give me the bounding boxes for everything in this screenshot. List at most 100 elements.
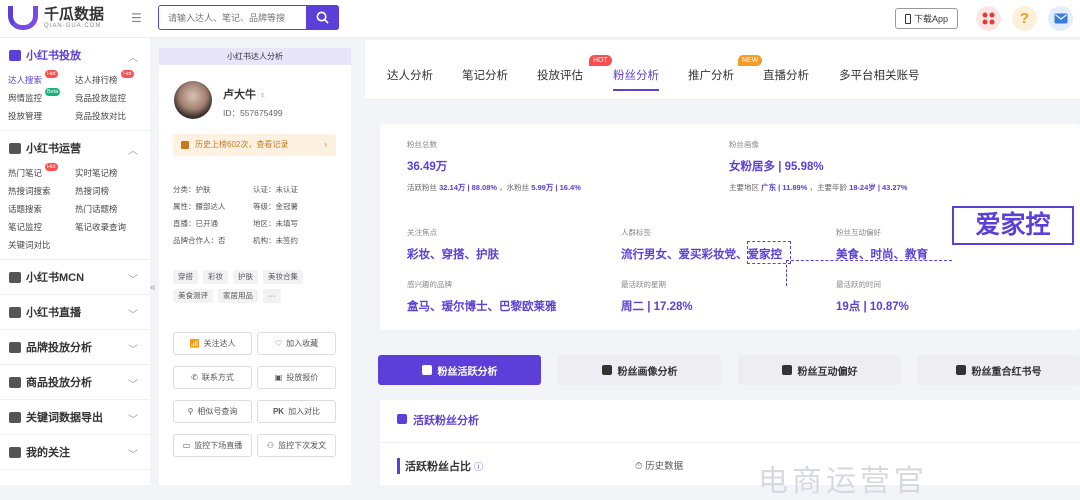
panel-title-text: 活跃粉丝分析 <box>413 415 479 427</box>
tab-label: 投放评估 <box>537 70 583 82</box>
brand-icon <box>9 341 21 353</box>
profile-card: 小红书达人分析 卢大牛 ♀ ID：557675499 历史上榜602次，查看记录… <box>159 48 351 485</box>
tag[interactable]: 家居用品 <box>218 289 258 303</box>
collapse-sidebar-icon[interactable]: « <box>150 282 156 293</box>
sidebar-item-label: 达人排行榜 <box>75 75 118 85</box>
more-tags[interactable]: ··· <box>263 289 281 303</box>
fans-portrait-label: 粉丝画像 <box>729 140 759 149</box>
sidebar-item-label: 笔记收录查询 <box>75 222 127 232</box>
section-title: 小红书MCN <box>26 272 85 284</box>
button-label: 相似号查询 <box>197 407 238 416</box>
sidebar-item[interactable]: 舆情监控 Beta <box>8 88 75 106</box>
help-icon[interactable]: ? <box>1012 6 1037 31</box>
beta-badge: Beta <box>45 88 61 96</box>
contact-button[interactable]: ✆ 联系方式 <box>173 366 252 389</box>
tab-fans-analysis[interactable]: 粉丝分析 <box>613 67 659 91</box>
tab-note-analysis[interactable]: 笔记分析 <box>462 67 508 83</box>
sidebar-section-header[interactable]: 品牌投放分析 ﹀ <box>0 330 150 364</box>
sidebar-item[interactable]: 话题搜索 <box>8 201 75 217</box>
monitor-post-button[interactable]: ⚇ 监控下次发文 <box>257 434 336 457</box>
quote-button[interactable]: ▣ 投放报价 <box>257 366 336 389</box>
main-content: 达人分析 笔记分析 投放评估 HOT 粉丝分析 推广分析 NEW 直播分析 多平台相… <box>365 40 1080 499</box>
apps-icon[interactable] <box>976 6 1001 31</box>
active-fans-label: 活跃粉丝 <box>407 183 440 192</box>
sidebar-item[interactable]: 实时笔记榜 <box>75 165 149 181</box>
subtab-active-fans[interactable]: 粉丝活跃分析 <box>378 355 541 385</box>
sidebar-item[interactable]: 笔记收录查询 <box>75 219 149 235</box>
sidebar-item[interactable]: 达人搜索 Hot <box>8 70 75 88</box>
tag[interactable]: 穿搭 <box>173 270 198 284</box>
tag[interactable]: 护肤 <box>233 270 258 284</box>
add-compare-button[interactable]: PK 加入对比 <box>257 400 336 423</box>
sidebar-item[interactable]: 投放管理 <box>8 108 75 124</box>
sidebar-item[interactable]: 热搜词搜索 <box>8 183 75 199</box>
profile-card-header: 小红书达人分析 <box>159 48 351 65</box>
sidebar-item[interactable]: 竞品投放对比 <box>75 108 149 124</box>
hot-badge: HOT <box>589 55 612 66</box>
section-title: 商品投放分析 <box>26 377 92 389</box>
chevron-down-icon: ﹀ <box>128 380 138 391</box>
add-favorite-button[interactable]: ♡ 加入收藏 <box>257 332 336 355</box>
sidebar-item[interactable]: 笔记监控 <box>8 219 75 235</box>
button-label: 监控下次发文 <box>278 441 327 450</box>
sidebar-item-label: 热搜词榜 <box>75 186 110 196</box>
subtab-label: 粉丝重合红书号 <box>971 366 1042 378</box>
sidebar-item-label: 竞品投放对比 <box>75 111 127 121</box>
tab-placement-evaluation[interactable]: 投放评估 HOT <box>537 55 612 83</box>
sidebar-section-header[interactable]: 小红书MCN ﹀ <box>0 260 150 294</box>
age-label: ，主要年龄 <box>807 183 850 192</box>
users-icon <box>421 365 432 375</box>
logo[interactable]: 千瓜数据 QIAN-GUA.COM <box>8 6 104 30</box>
tab-promotion-analysis[interactable]: 推广分析 NEW <box>688 55 763 83</box>
history-ranking-text: 历史上榜602次，查看记录 <box>195 140 289 149</box>
sidebar-item[interactable]: 热门笔记 Hot <box>8 163 75 181</box>
fans-sub-tabs: 粉丝活跃分析 粉丝画像分析 粉丝互动偏好 粉丝重合红书号 <box>378 355 1080 385</box>
history-data-button[interactable]: ⏱ 历史数据 <box>635 458 683 472</box>
influencer-id: ID：557675499 <box>223 108 283 118</box>
tag[interactable]: 彩妆 <box>203 270 228 284</box>
info-icon[interactable]: ⓘ <box>474 462 483 472</box>
subtab-fans-interaction[interactable]: 粉丝互动偏好 <box>738 355 901 385</box>
chevron-down-icon: ﹀ <box>128 275 138 286</box>
sidebar-item[interactable]: 热搜词榜 <box>75 183 149 199</box>
sidebar-item[interactable]: 达人排行榜 Hot <box>75 70 149 88</box>
message-icon[interactable] <box>1048 6 1073 31</box>
logo-subtitle: QIAN-GUA.COM <box>44 23 102 29</box>
similar-accounts-button[interactable]: ⚲ 相似号查询 <box>173 400 252 423</box>
search-input[interactable] <box>159 6 304 29</box>
monitor-live-button[interactable]: ▭ 监控下场直播 <box>173 434 252 457</box>
highlight-callout: 爱家控 <box>952 206 1074 245</box>
tag[interactable]: 美妆合集 <box>263 270 303 284</box>
tab-live-analysis[interactable]: 直播分析 <box>763 67 809 83</box>
sidebar-item[interactable]: 热门话题榜 <box>75 201 149 217</box>
menu-toggle-icon[interactable]: ☰ <box>131 11 142 25</box>
history-ranking-link[interactable]: 历史上榜602次，查看记录 › <box>173 134 336 156</box>
tab-multi-platform[interactable]: 多平台相关账号 <box>839 67 920 83</box>
sidebar-item[interactable]: 关键词对比 <box>8 237 75 253</box>
sidebar-item[interactable]: 竞品投放监控 <box>75 90 149 106</box>
fans-portrait-value: 女粉居多 | 95.98% <box>729 161 824 173</box>
follow-influencer-button[interactable]: 📶 关注达人 <box>173 332 252 355</box>
profile-actions: 📶 关注达人 ♡ 加入收藏 ✆ 联系方式 ▣ 投放报价 ⚲ 相似号查询 PK 加入对比 ▭ 监… <box>173 332 336 457</box>
sidebar-section-header[interactable]: 小红书直播 ﹀ <box>0 295 150 329</box>
sidebar-section-header[interactable]: 商品投放分析 ﹀ <box>0 365 150 399</box>
subtab-fans-portrait[interactable]: 粉丝画像分析 <box>558 355 721 385</box>
tab-influencer-analysis[interactable]: 达人分析 <box>387 67 433 83</box>
gender-icon: ♀ <box>259 90 266 100</box>
goods-icon <box>9 376 21 388</box>
sidebar-section-header[interactable]: 关键词数据导出 ﹀ <box>0 400 150 434</box>
sidebar-item-label: 话题搜索 <box>8 204 43 214</box>
tag[interactable]: 美食测评 <box>173 289 213 303</box>
subtab-fans-overlap[interactable]: 粉丝重合红书号 <box>917 355 1080 385</box>
chevron-down-icon: ﹀ <box>128 415 138 426</box>
search-button[interactable] <box>306 5 339 30</box>
sidebar-section-header[interactable]: 小红书运营 ︿ <box>0 131 150 165</box>
download-app-button[interactable]: 下载App <box>895 8 958 29</box>
panel-title: 活跃粉丝分析 <box>397 412 479 428</box>
water-fans-label: ，水粉丝 <box>497 183 532 192</box>
crowd-tags-label: 人群标签 <box>621 228 651 237</box>
sidebar-section-header[interactable]: 我的关注 ﹀ <box>0 435 150 469</box>
placement-icon <box>9 49 21 61</box>
water-fans-value: 5.99万 | 16.4% <box>531 183 581 192</box>
sidebar-section-header[interactable]: 小红书投放 ︿ <box>0 38 150 72</box>
